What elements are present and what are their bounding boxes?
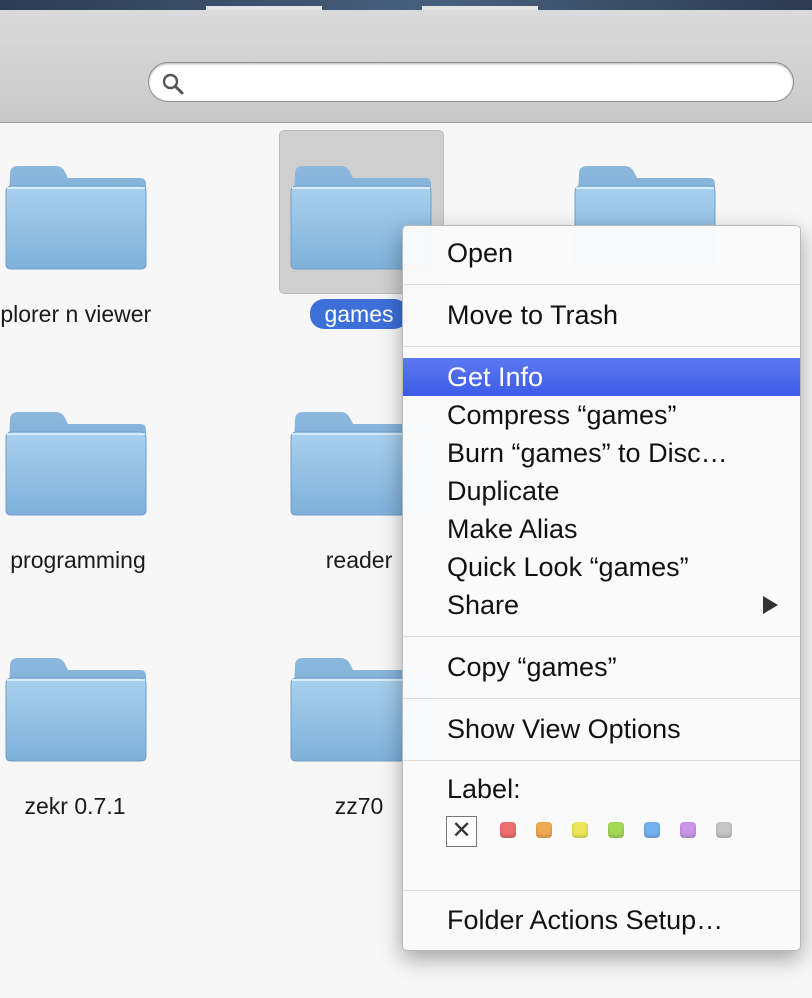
- menu-item-folder-actions-setup[interactable]: Folder Actions Setup…: [403, 901, 800, 939]
- menu-item-burn-to-disc[interactable]: Burn “games” to Disc…: [403, 434, 800, 472]
- label-swatch-yellow[interactable]: [572, 822, 588, 838]
- menu-separator: [403, 698, 800, 699]
- folder-icon: [4, 160, 148, 270]
- menu-item-open[interactable]: Open: [403, 234, 800, 272]
- folder-icon: [4, 652, 148, 762]
- no-label-swatch[interactable]: ✕: [446, 816, 477, 847]
- window-title-strip: [0, 0, 812, 10]
- label-swatch-orange[interactable]: [536, 822, 552, 838]
- label-swatch-gray[interactable]: [716, 822, 732, 838]
- toolbar-tab-stub: [206, 6, 322, 10]
- folder-icon: [4, 406, 148, 516]
- label-swatch-blue[interactable]: [644, 822, 660, 838]
- search-icon: [162, 73, 184, 95]
- label-swatch-red[interactable]: [500, 822, 516, 838]
- selected-label-text: games: [310, 299, 408, 329]
- chevron-right-icon: [763, 596, 778, 614]
- label-swatch-green[interactable]: [608, 822, 624, 838]
- label-heading: Label:: [447, 774, 521, 804]
- menu-separator: [403, 760, 800, 761]
- search-field[interactable]: [148, 62, 794, 102]
- menu-separator: [403, 890, 800, 891]
- label-swatch-purple[interactable]: [680, 822, 696, 838]
- menu-item-get-info[interactable]: Get Info: [403, 358, 800, 396]
- folder-label: zekr 0.7.1: [24, 793, 126, 819]
- menu-separator: [403, 346, 800, 347]
- context-menu: Open Move to Trash Get Info Compress “ga…: [402, 225, 801, 951]
- menu-item-quick-look[interactable]: Quick Look “games”: [403, 548, 800, 586]
- menu-separator: [403, 636, 800, 637]
- menu-item-share-label: Share: [447, 590, 520, 620]
- menu-item-share[interactable]: Share: [403, 586, 800, 624]
- toolbar-tab-stub: [422, 6, 538, 10]
- finder-toolbar: [0, 0, 812, 123]
- menu-separator: [403, 284, 800, 285]
- menu-item-move-to-trash[interactable]: Move to Trash: [403, 296, 800, 334]
- menu-item-compress[interactable]: Compress “games”: [403, 396, 800, 434]
- menu-item-make-alias[interactable]: Make Alias: [403, 510, 800, 548]
- folder-label: xplorer n viewer: [0, 301, 152, 327]
- menu-item-duplicate[interactable]: Duplicate: [403, 472, 800, 510]
- menu-item-show-view-options[interactable]: Show View Options: [403, 710, 800, 748]
- search-input[interactable]: [193, 67, 777, 99]
- folder-label: programming: [10, 547, 146, 573]
- menu-item-copy[interactable]: Copy “games”: [403, 648, 800, 686]
